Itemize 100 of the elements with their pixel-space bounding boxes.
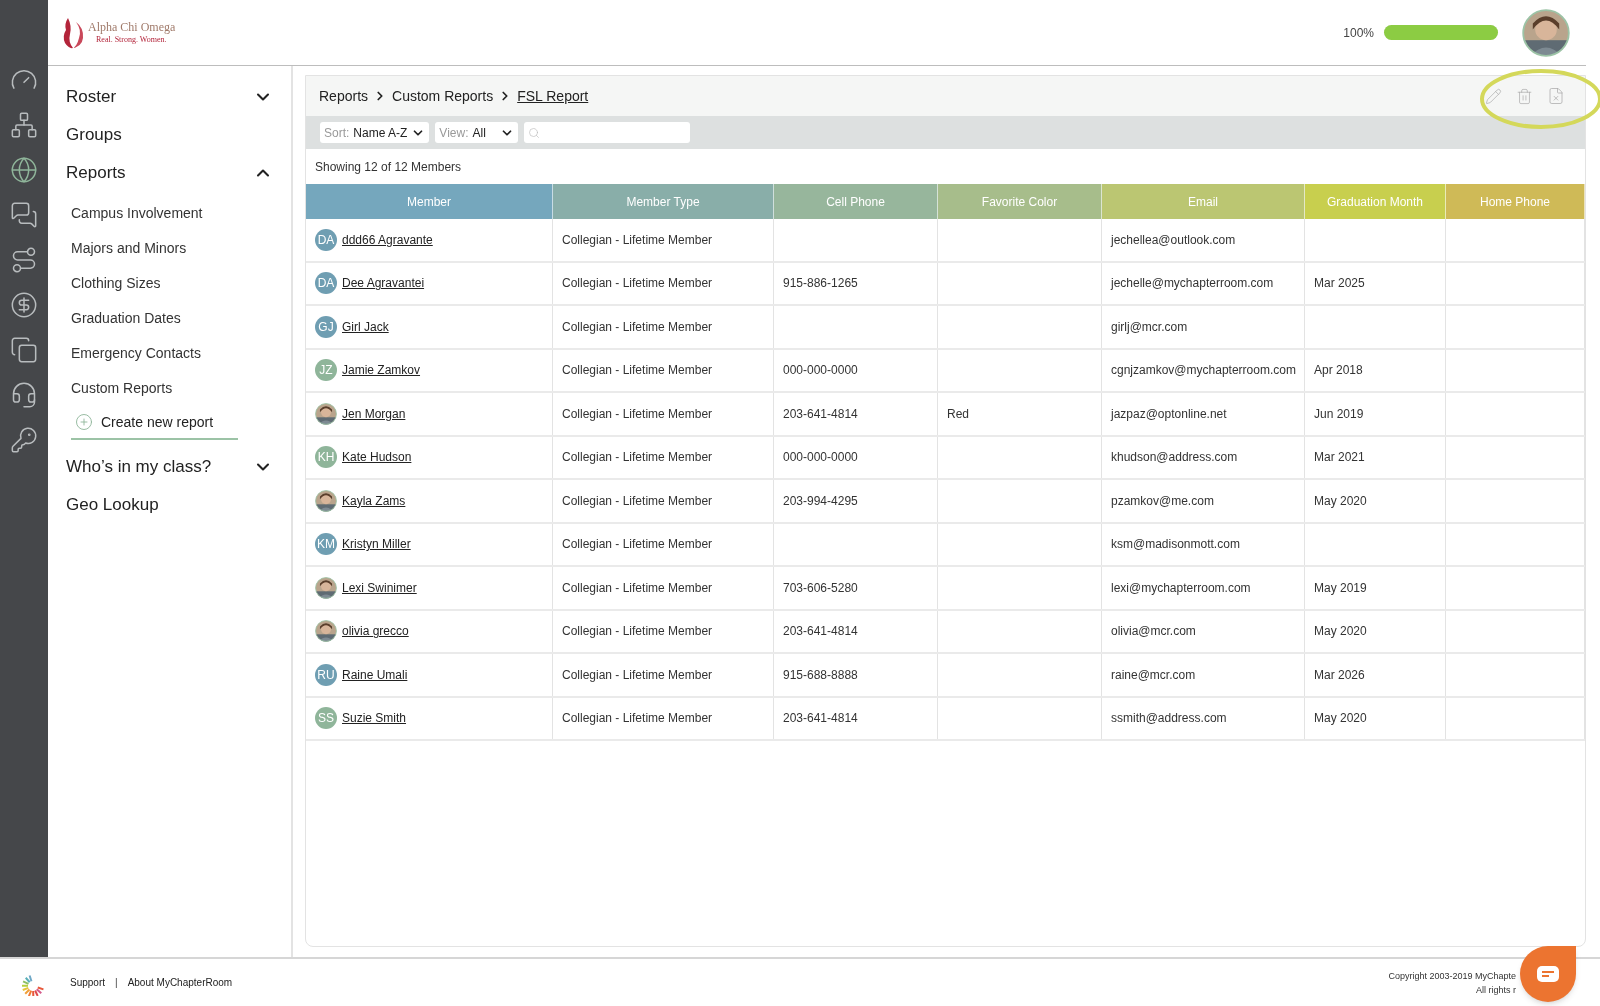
dollar-icon[interactable] (10, 291, 38, 319)
avatar: DA (315, 272, 337, 295)
column-header: Member (306, 184, 553, 219)
progress-label: 100% (1343, 24, 1374, 42)
table-cell-text: 203-994-4295 (783, 492, 858, 510)
table-cell-text: Collegian - Lifetime Member (562, 405, 713, 423)
column-header: Home Phone (1446, 184, 1585, 219)
table-cell-text: Red (947, 405, 969, 423)
table-cell-text: Jun 2019 (1314, 405, 1364, 423)
table-cell-text: 203-641-4814 (783, 623, 858, 641)
member-link[interactable]: Lexi Swinimer (342, 578, 417, 597)
table-cell-text: 915-886-1265 (783, 275, 858, 293)
member-link[interactable]: Kristyn Miller (342, 535, 411, 554)
bookmarks-icon[interactable] (10, 336, 38, 364)
avatar: GJ (315, 315, 337, 338)
table-cell-text: cgnjzamkov@mychapterroom.com (1111, 362, 1296, 380)
table-cell-text: ksm@madisonmott.com (1111, 536, 1240, 554)
table-cell-text: 203-641-4814 (783, 405, 858, 423)
member-link[interactable]: Jamie Zamkov (342, 361, 421, 380)
key-icon[interactable] (10, 426, 38, 454)
support-link[interactable]: Support (70, 975, 106, 990)
breadcrumb-link[interactable]: FSL Report (517, 85, 589, 107)
report-link[interactable]: Custom Reports (71, 371, 291, 406)
table-cell-text: jechellea@outlook.com (1111, 231, 1236, 249)
member-link[interactable]: Dee Agravantei (342, 274, 425, 293)
column-header: Graduation Month (1305, 184, 1446, 219)
table-cell-text: 000-000-0000 (783, 362, 858, 380)
table-cell-text: girlj@mcr.com (1111, 318, 1188, 336)
table-cell-text: Collegian - Lifetime Member (562, 579, 713, 597)
member-link[interactable]: Raine Umali (342, 665, 408, 684)
table-cell-text: Mar 2026 (1314, 666, 1365, 684)
table-cell-text: Mar 2021 (1314, 449, 1365, 467)
member-link[interactable]: Suzie Smith (342, 709, 407, 728)
table-cell-text: 000-000-0000 (783, 449, 858, 467)
globe-icon[interactable] (10, 156, 38, 184)
copyright-text: All rights r (1476, 983, 1516, 997)
table-cell-text: Collegian - Lifetime Member (562, 275, 713, 293)
network-icon[interactable] (10, 111, 38, 139)
table-cell-text: May 2020 (1314, 623, 1367, 641)
member-link[interactable]: Kate Hudson (342, 448, 412, 467)
report-link[interactable]: Graduation Dates (71, 301, 291, 336)
report-link[interactable]: Campus Involvement (71, 196, 291, 231)
table-cell-text: Collegian - Lifetime Member (562, 492, 713, 510)
table-cell-text: Collegian - Lifetime Member (562, 710, 713, 728)
route-icon[interactable] (10, 246, 38, 274)
table-cell-text: Collegian - Lifetime Member (562, 318, 713, 336)
sidebar-item[interactable]: Geo Lookup (48, 486, 291, 524)
logo-tagline: Real. Strong. Women. (95, 36, 168, 44)
table-cell-text: Collegian - Lifetime Member (562, 449, 713, 467)
sidebar-item[interactable]: Roster (48, 78, 291, 116)
member-link[interactable]: Girl Jack (342, 317, 389, 336)
report-link[interactable]: Clothing Sizes (71, 266, 291, 301)
table-cell-text: 703-606-5280 (783, 579, 858, 597)
sidebar-item[interactable]: Who’s in my class? (48, 448, 291, 486)
table-cell-text: 915-688-8888 (783, 666, 858, 684)
member-count: Showing 12 of 12 Members (315, 158, 462, 176)
plus-icon (75, 413, 93, 431)
report-link[interactable]: Emergency Contacts (71, 336, 291, 371)
logo-text: Alpha Chi Omega (88, 21, 176, 33)
column-header: Email (1102, 184, 1305, 219)
column-header: Favorite Color (938, 184, 1102, 219)
member-link[interactable]: ddd66 Agravante (342, 230, 433, 249)
avatar: JZ (315, 359, 337, 382)
headset-icon[interactable] (10, 381, 38, 409)
table-cell-text: olivia@mcr.com (1111, 623, 1196, 641)
view-dropdown[interactable]: View: All (435, 122, 519, 143)
table-cell-text: Collegian - Lifetime Member (562, 231, 713, 249)
create-report-button[interactable]: Create new report (71, 406, 238, 440)
table-cell-text: raine@mcr.com (1111, 666, 1196, 684)
avatar: DA (315, 228, 337, 251)
chat-button[interactable] (1520, 945, 1576, 1002)
chat-icon[interactable] (10, 201, 38, 229)
avatar: KM (315, 533, 337, 556)
breadcrumb-link[interactable]: Custom Reports (392, 85, 494, 107)
sidebar-item[interactable]: Reports (48, 154, 291, 192)
column-header: Cell Phone (774, 184, 938, 219)
table-cell-text: pzamkov@me.com (1111, 492, 1214, 510)
table-cell-text: May 2019 (1314, 579, 1367, 597)
sidebar-item[interactable]: Groups (48, 116, 291, 154)
breadcrumb-link[interactable]: Reports (319, 85, 369, 107)
report-link[interactable]: Majors and Minors (71, 231, 291, 266)
column-header: Member Type (553, 184, 774, 219)
avatar: SS (315, 707, 337, 730)
table-cell-text: Collegian - Lifetime Member (562, 623, 713, 641)
search-icon (528, 126, 541, 139)
member-link[interactable]: Jen Morgan (342, 404, 406, 423)
table-cell-text: jechelle@mychapterroom.com (1111, 275, 1274, 293)
table-cell-text: Collegian - Lifetime Member (562, 536, 713, 554)
table-cell-text: lexi@mychapterroom.com (1111, 579, 1251, 597)
member-link[interactable]: olivia grecco (342, 622, 409, 641)
search-field[interactable] (524, 122, 691, 143)
member-link[interactable]: Kayla Zams (342, 491, 406, 510)
sort-dropdown[interactable]: Sort: Name A-Z (320, 122, 430, 143)
table-cell-text: jazpaz@optonline.net (1111, 405, 1227, 423)
table-cell-text: May 2020 (1314, 492, 1367, 510)
avatar: RU (315, 663, 337, 686)
chat-icon (1537, 965, 1559, 982)
about-link[interactable]: About MyChapterRoom (127, 975, 233, 990)
table-cell-text: khudson@address.com (1111, 449, 1238, 467)
table-cell-text: Collegian - Lifetime Member (562, 666, 713, 684)
